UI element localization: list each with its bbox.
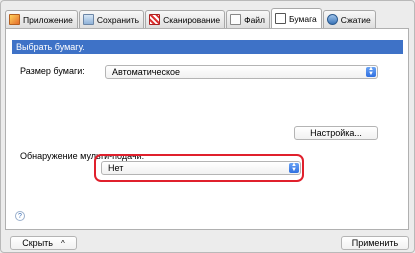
panel-title: Выбрать бумагу. [12, 40, 403, 54]
settings-window: Приложение Сохранить Сканирование Файл Б… [0, 0, 415, 253]
tab-bar: Приложение Сохранить Сканирование Файл Б… [5, 8, 409, 28]
highlight-frame [94, 154, 304, 182]
scan-icon [149, 14, 161, 25]
tab-label: Сохранить [96, 14, 140, 25]
paper-size-value: Автоматическое [112, 67, 181, 77]
tab-paper[interactable]: Бумага [271, 8, 322, 28]
tab-application[interactable]: Приложение [5, 10, 78, 28]
tab-label: Бумага [289, 13, 317, 24]
tab-compression[interactable]: Сжатие [322, 10, 376, 28]
hide-label: Скрыть [22, 238, 53, 248]
tab-label: Сканирование [163, 14, 221, 25]
tab-file[interactable]: Файл [226, 10, 271, 28]
help-icon[interactable]: ? [15, 211, 25, 221]
paper-icon [275, 13, 287, 24]
tab-save[interactable]: Сохранить [78, 10, 145, 28]
tab-scan[interactable]: Сканирование [145, 10, 226, 28]
chevron-up-icon: ^ [60, 238, 65, 248]
save-icon [82, 14, 94, 25]
select-stepper-icon: ▲ ▼ [366, 66, 376, 77]
application-icon [9, 14, 20, 25]
paper-size-select[interactable]: Автоматическое ▲ ▼ [105, 65, 378, 79]
tab-label: Сжатие [340, 14, 371, 25]
apply-button[interactable]: Применить [341, 236, 409, 250]
compression-icon [326, 14, 338, 25]
tab-label: Приложение [23, 14, 73, 25]
paper-panel: Выбрать бумагу. Размер бумаги: Автоматич… [5, 28, 409, 230]
paper-size-label: Размер бумаги: [20, 66, 85, 76]
hide-button[interactable]: Скрыть ^ [10, 236, 77, 250]
file-icon [230, 14, 242, 25]
tab-label: Файл [244, 14, 266, 25]
settings-button[interactable]: Настройка... [294, 126, 378, 140]
